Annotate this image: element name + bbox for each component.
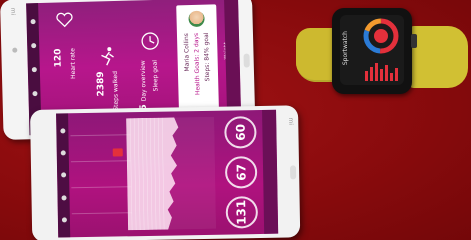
- watch-title: Sportwatch: [342, 31, 349, 66]
- heart-icon[interactable]: [60, 150, 66, 156]
- heart-icon: [56, 12, 73, 28]
- alert-badge: [112, 148, 123, 157]
- label-steps: Steps walked: [111, 70, 120, 111]
- heart-icon[interactable]: [30, 42, 36, 48]
- avatar: [188, 10, 205, 28]
- gauge-2[interactable]: 67: [224, 156, 258, 189]
- watch-bar-chart: [365, 63, 398, 81]
- phone-bottom-nav: [56, 113, 71, 238]
- watch-strap-right: [408, 26, 468, 88]
- steps-icon[interactable]: [60, 172, 66, 178]
- home-button[interactable]: [243, 53, 250, 68]
- gauge-3-value: 131: [234, 199, 250, 225]
- profile-name: Maria Collins: [182, 33, 191, 72]
- home-icon[interactable]: [59, 128, 65, 134]
- camera-icon: [12, 47, 18, 53]
- chart-icon[interactable]: [31, 90, 38, 96]
- scene: mi 120 Heart rate 2389 Steps walked Day …: [0, 0, 471, 240]
- chart-icon[interactable]: [60, 195, 67, 201]
- phone-bottom-brand: mi: [287, 117, 295, 126]
- phone-top-bezel: mi: [0, 0, 30, 140]
- phone-bottom-status-bar: [262, 109, 279, 234]
- gauge-column: 60 67 131: [220, 110, 262, 235]
- label-overview: Day overview: [139, 60, 148, 102]
- profile-line1: Health Goals: 2 days: [192, 32, 202, 96]
- watch-crown[interactable]: [411, 34, 417, 48]
- watch-screen: Sportwatch: [340, 15, 404, 85]
- activity-chart: [126, 116, 217, 231]
- profile-line2: Steps: 84% goal: [202, 32, 212, 82]
- settings-icon[interactable]: [61, 217, 67, 223]
- clock-icon: [141, 32, 159, 50]
- gauge-1[interactable]: 60: [224, 116, 257, 149]
- label-sleep-goal: Sleep goal: [151, 59, 160, 92]
- phone-top-brand: mi: [9, 7, 17, 16]
- phone-bottom: 60 67 131 mi: [30, 105, 301, 240]
- phone-bottom-screen: 60 67 131: [56, 109, 279, 238]
- home-button[interactable]: [290, 165, 297, 180]
- gauge-1-value: 60: [233, 123, 248, 141]
- activity-ring: [363, 18, 399, 54]
- list-divider: [71, 212, 132, 215]
- list-divider: [70, 134, 131, 137]
- home-icon[interactable]: [30, 18, 36, 24]
- gauge-3[interactable]: 131: [225, 196, 259, 229]
- label-heart-rate: Heart rate: [69, 48, 78, 79]
- runner-icon: [101, 47, 114, 66]
- gauge-2-value: 67: [233, 163, 249, 181]
- list-divider: [71, 186, 132, 189]
- stat-steps: 2389: [95, 71, 107, 97]
- list-divider: [70, 160, 131, 163]
- stat-heart-rate: 120: [53, 48, 64, 68]
- steps-icon[interactable]: [31, 66, 37, 72]
- activity-list: [70, 112, 132, 237]
